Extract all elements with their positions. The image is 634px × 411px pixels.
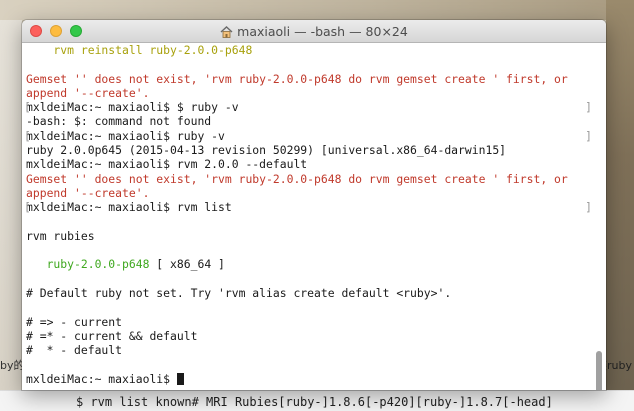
terminal-line-current-prompt[interactable]: mxldeiMac:~ maxiaoli$ [26,372,590,386]
terminal-line-ruby-entry: ruby-2.0.0-p648 [ x86_64 ] [26,257,590,271]
background-window-text-left: by的 [0,359,25,372]
window-title: maxiaoli — -bash — 80×24 [22,24,606,41]
terminal-line-prompt: [mxldeiMac:~ maxiaoli$ $ ruby -v] [26,100,590,114]
terminal-line: # * - default [26,343,123,358]
command-text: mxldeiMac:~ maxiaoli$ $ ruby -v [26,100,239,115]
ruby-version-text: ruby-2.0.0-p648 [26,257,150,272]
terminal-line: # Default ruby not set. Try 'rvm alias c… [26,286,452,301]
command-text: mxldeiMac:~ maxiaoli$ ruby -v [26,128,225,143]
home-folder-icon [220,26,233,41]
terminal-line: rvm rubies [26,228,95,243]
terminal-line: ruby 2.0.0p645 (2015-04-13 revision 5029… [26,143,507,158]
terminal-line: rvm reinstall ruby-2.0.0-p648 [26,43,253,57]
prompt-mark-right: ] [585,129,590,143]
terminal-line: # =* - current && default [26,328,198,343]
terminal-line: # => - current [26,314,123,329]
terminal-line-prompt: mxldeiMac:~ maxiaoli$ rvm 2.0.0 --defaul… [26,157,308,172]
prompt-mark-right: ] [585,200,590,214]
desktop-background-top [0,0,634,20]
desktop-background-left [0,20,22,390]
terminal-line-error: append '--create'. [26,85,150,100]
background-code-text: $ rvm list known# MRI Rubies[ruby-]1.8.6… [76,395,553,409]
vertical-scrollbar[interactable] [594,43,604,390]
prompt-mark-left: [ [26,200,31,214]
scrollbar-thumb[interactable] [596,351,602,390]
title-bar[interactable]: maxiaoli — -bash — 80×24 [22,20,606,43]
desktop-background-right [606,0,634,390]
terminal-line-prompt: [mxldeiMac:~ maxiaoli$ rvm list] [26,200,590,214]
text-cursor [176,372,184,385]
command-text: mxldeiMac:~ maxiaoli$ rvm list [26,200,232,215]
background-window-bottom: $ rvm list known# MRI Rubies[ruby-]1.8.6… [0,390,634,411]
prompt-mark-left: [ [26,129,31,143]
terminal-line-error: Gemset '' does not exist, 'rvm ruby-2.0.… [26,171,568,186]
prompt-text: mxldeiMac:~ maxiaoli$ [26,371,177,386]
window-title-text: maxiaoli — -bash — 80×24 [237,24,408,39]
terminal-line: -bash: $: command not found [26,114,212,129]
terminal-output[interactable]: rvm reinstall ruby-2.0.0-p648 Gemset '' … [22,43,594,390]
terminal-line-error: append '--create'. [26,185,150,200]
ruby-arch-text: [ x86_64 ] [149,257,225,272]
prompt-mark-right: ] [585,100,590,114]
prompt-mark-left: [ [26,100,31,114]
terminal-line-prompt: [mxldeiMac:~ maxiaoli$ ruby -v] [26,129,590,143]
terminal-line-error: Gemset '' does not exist, 'rvm ruby-2.0.… [26,71,568,86]
terminal-window[interactable]: maxiaoli — -bash — 80×24 rvm reinstall r… [22,20,606,390]
